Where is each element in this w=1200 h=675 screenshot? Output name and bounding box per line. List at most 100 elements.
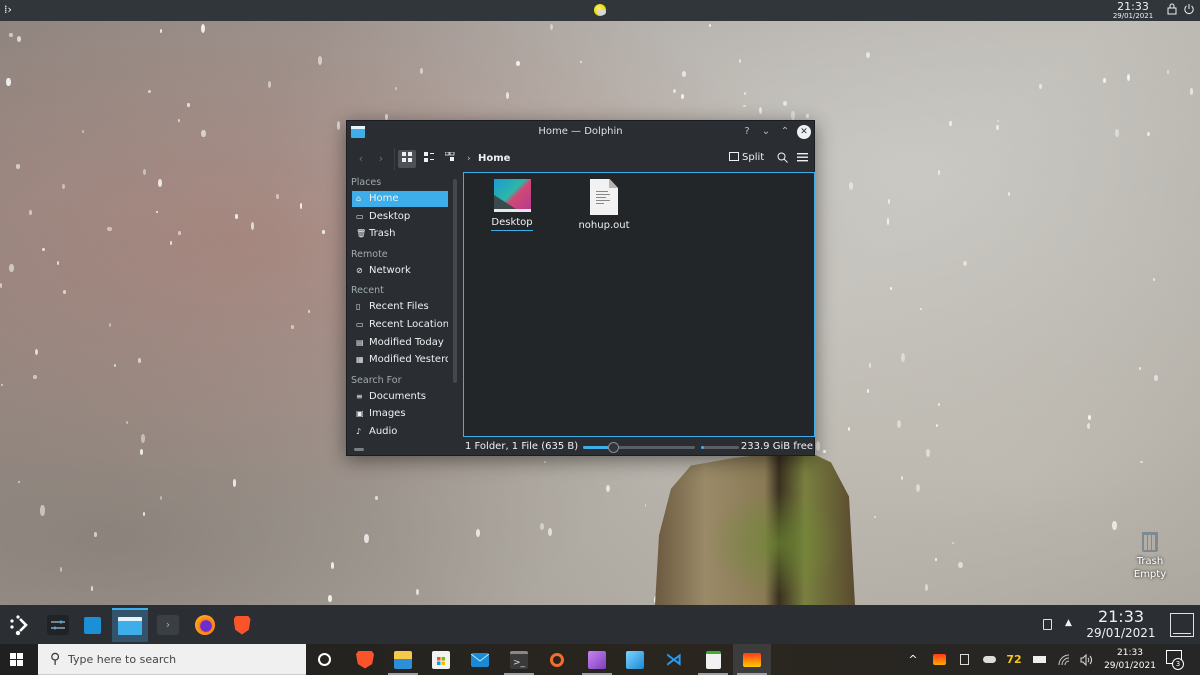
places-item-audio[interactable]: ♪ Audio (352, 424, 448, 440)
places-item-images[interactable]: ▣ Images (352, 406, 448, 422)
split-icon (729, 152, 739, 161)
back-button[interactable]: ‹ (353, 150, 369, 168)
taskbar-app-microsoft-store[interactable] (422, 644, 460, 675)
details-view-icon (444, 151, 455, 161)
top-clock-date: 29/01/2021 (1112, 12, 1154, 20)
places-item-label: Trash (369, 228, 396, 240)
tray-expand-icon[interactable]: ▲ (1065, 618, 1072, 628)
places-item-icon: ▭ (356, 320, 364, 329)
places-panel: Places ⌂ Home ▭ Desktop 🗑 Trash Remote ⊘ Network R… (347, 173, 457, 441)
places-item-recent-locations[interactable]: ▭ Recent Locations (352, 317, 448, 333)
icons-view-button[interactable] (398, 150, 416, 168)
places-horizontal-scrollbar[interactable] (354, 448, 364, 451)
weather-icon[interactable] (594, 4, 606, 16)
places-item-network[interactable]: ⊘ Network (352, 263, 448, 279)
tray-vcxsrv-icon[interactable] (929, 644, 949, 675)
hamburger-menu-button[interactable] (795, 150, 809, 168)
file-item-nohup[interactable]: nohup.out (564, 179, 644, 233)
forward-button[interactable]: › (373, 150, 389, 168)
places-item-icon: ▣ (356, 409, 364, 419)
taskbar-search[interactable]: ⚲ (38, 644, 306, 675)
tray-onedrive-icon[interactable] (980, 644, 998, 675)
status-bar: 1 Folder, 1 File (635 B) 233.9 GiB free (463, 439, 815, 455)
task-dolphin[interactable] (112, 608, 148, 642)
task-system-settings[interactable] (40, 608, 76, 642)
taskbar-app-vscode[interactable]: ⋊ (655, 644, 693, 675)
places-item-icon: ▤ (356, 337, 364, 347)
taskbar-app-libreoffice-calc[interactable] (694, 644, 732, 675)
zoom-slider[interactable] (583, 442, 695, 453)
taskbar-app-file-explorer[interactable] (384, 644, 422, 675)
tray-temperature[interactable]: 72 (1004, 644, 1024, 675)
places-item-trash[interactable]: 🗑 Trash (352, 226, 448, 242)
taskbar-app-affinity-designer[interactable] (616, 644, 654, 675)
tray-meet-now-icon[interactable] (955, 644, 973, 675)
tray-volume-icon[interactable] (1077, 644, 1095, 675)
tray-battery-icon[interactable] (1030, 644, 1048, 675)
details-view-button[interactable] (441, 150, 459, 168)
places-item-label: Modified Today (369, 336, 444, 348)
lock-icon[interactable] (1166, 3, 1178, 17)
title-bar[interactable]: Home — Dolphin ? ⌄ ⌃ ✕ (347, 121, 814, 143)
places-item-recent-files[interactable]: ▯ Recent Files (352, 299, 448, 315)
taskbar-app-origin[interactable] (538, 644, 576, 675)
top-clock[interactable]: 21:33 29/01/2021 (1108, 1, 1158, 20)
taskbar-clock[interactable]: 21:33 29/01/2021 (1098, 647, 1162, 672)
taskbar-search-input[interactable] (68, 650, 288, 668)
search-button[interactable] (775, 150, 789, 168)
clipboard-icon[interactable] (1043, 619, 1052, 630)
places-item-icon: ▦ (356, 355, 364, 365)
taskbar-app-brave[interactable] (346, 644, 384, 675)
task-discover[interactable] (74, 608, 110, 642)
file-item-desktop[interactable]: Desktop (472, 179, 552, 231)
places-section-heading: Remote (351, 248, 388, 260)
dolphin-window: Home — Dolphin ? ⌄ ⌃ ✕ ‹ › › Home Split … (346, 120, 815, 456)
minimize-button[interactable]: ⌄ (759, 125, 773, 139)
breadcrumb-chevron-icon[interactable]: › (467, 154, 471, 164)
places-item-documents[interactable]: ≡ Documents (352, 389, 448, 405)
wallpaper-tree-stump (655, 450, 855, 605)
task-brave[interactable] (224, 608, 260, 642)
status-summary: 1 Folder, 1 File (635 B) (465, 441, 579, 452)
search-icon: ⚲ (50, 651, 61, 667)
places-item-icon: ⌂ (356, 194, 362, 203)
tray-wifi-icon[interactable] (1055, 644, 1073, 675)
taskbar-app-mail[interactable] (461, 644, 499, 675)
windows-start-button[interactable] (10, 653, 24, 667)
places-item-icon: ▭ (356, 211, 364, 221)
desktop-trash[interactable]: Trash Empty (1124, 532, 1176, 581)
taskbar-app-affinity-photo[interactable] (578, 644, 616, 675)
mail-icon (470, 652, 490, 667)
taskbar-app-vcxsrv[interactable] (733, 644, 771, 675)
taskbar-app-terminal[interactable]: >_ (500, 644, 538, 675)
file-view[interactable]: Desktop nohup.out (463, 172, 815, 437)
close-button[interactable]: ✕ (797, 125, 811, 139)
tray-overflow-button[interactable]: ^ (904, 644, 922, 675)
cortana-button[interactable] (318, 653, 331, 666)
show-desktop-button[interactable] (1170, 613, 1194, 637)
kde-kickoff-icon[interactable]: ⁞› (4, 3, 18, 17)
places-item-modified-today[interactable]: ▤ Modified Today (352, 335, 448, 351)
file-name: Desktop (491, 217, 533, 231)
places-scrollbar[interactable] (453, 179, 457, 383)
top-panel: ⁞› 21:33 29/01/2021 (0, 0, 1200, 21)
brave-icon (233, 615, 251, 635)
split-button[interactable]: Split (729, 152, 764, 163)
plasma-clock[interactable]: 21:33 29/01/2021 (1080, 609, 1162, 640)
zoom-slider-handle[interactable] (608, 442, 620, 453)
file-name: nohup.out (578, 220, 630, 231)
maximize-button[interactable]: ⌃ (778, 125, 792, 139)
places-item-modified-yesterday[interactable]: ▦ Modified Yesterday (352, 352, 448, 368)
terminal-icon: >_ (510, 650, 528, 669)
places-item-desktop[interactable]: ▭ Desktop (352, 209, 448, 225)
task-firefox[interactable] (187, 608, 223, 642)
affinity-photo-icon (588, 650, 606, 669)
places-section-heading: Search For (351, 374, 402, 386)
help-button[interactable]: ? (740, 125, 754, 139)
power-icon[interactable] (1183, 3, 1195, 17)
kde-launcher-icon[interactable] (8, 613, 30, 637)
breadcrumb-home[interactable]: Home (478, 153, 510, 164)
compact-view-button[interactable] (420, 150, 438, 168)
task-konsole[interactable]: › (150, 608, 186, 642)
places-item-home[interactable]: ⌂ Home (352, 191, 448, 207)
